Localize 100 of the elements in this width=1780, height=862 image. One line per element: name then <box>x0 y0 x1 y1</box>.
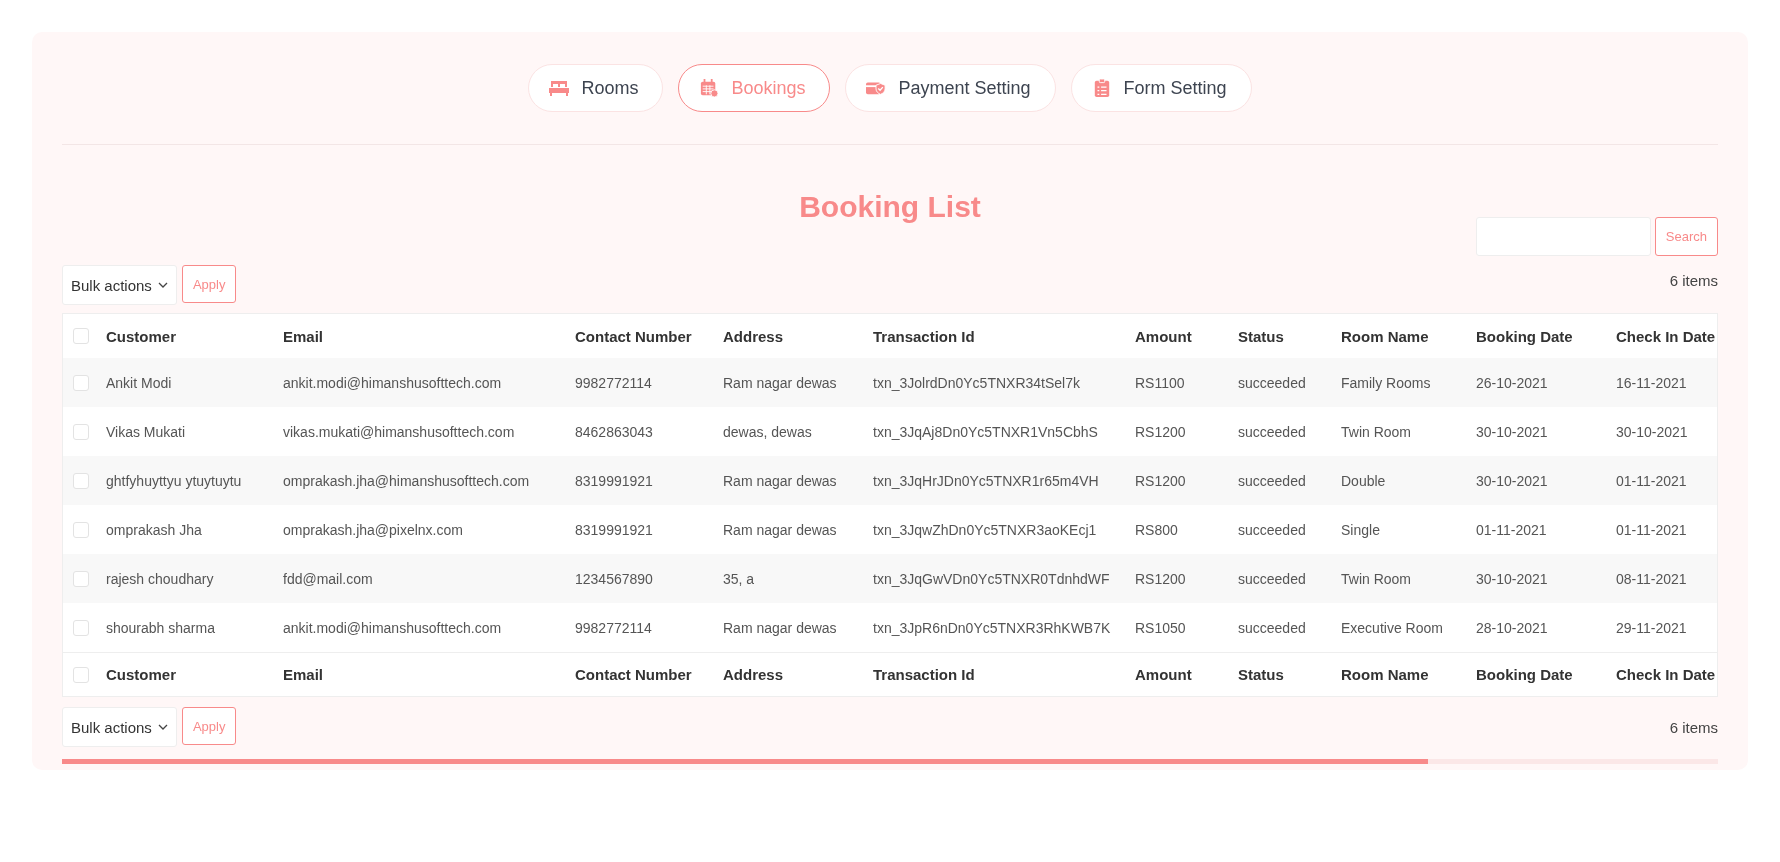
table-cell-text: omprakash Jha <box>106 521 203 538</box>
table-cell-text: 9982772114 <box>575 374 653 391</box>
table-cell-text: succeeded <box>1238 521 1307 538</box>
table-cell-text: 8462863043 <box>575 423 654 440</box>
table-cell-text: txn_3JqGwVDn0Yc5TNXR0TdnhdWF <box>873 570 1111 587</box>
column-header: Contact Number <box>575 666 693 683</box>
page-title: Booking List <box>798 189 982 225</box>
column-header: Email <box>283 666 325 683</box>
column-header: Amount <box>1135 666 1193 683</box>
table-cell-text: Vikas Mukati <box>106 423 187 440</box>
table-cell-text: Ram nagar dewas <box>723 472 838 489</box>
horizontal-scrollbar[interactable] <box>62 759 1718 764</box>
table-cell-text: 01-11-2021 <box>1616 472 1688 489</box>
table-cell-text: 08-11-2021 <box>1616 570 1688 587</box>
table-cell-text: fdd@mail.com <box>283 570 374 587</box>
column-header: Amount <box>1135 327 1193 345</box>
table-cell-text: ghtfyhuyttyu ytuytuytu <box>106 472 243 489</box>
table-cell-text: 01-11-2021 <box>1476 521 1548 538</box>
table-cell-text: 28-10-2021 <box>1476 619 1549 636</box>
table-cell-text: 16-11-2021 <box>1616 374 1688 391</box>
column-header: Room Name <box>1341 327 1430 345</box>
calendar-icon <box>699 79 720 97</box>
row-checkbox[interactable] <box>73 374 89 391</box>
table-cell-text: txn_3JqwZhDn0Yc5TNXR3aoKEcj1 <box>873 521 1098 538</box>
row-checkbox[interactable] <box>73 619 89 636</box>
item-count: 6 items <box>1669 718 1718 736</box>
table-cell-text: Executive Room <box>1341 619 1444 636</box>
table-cell-text: Single <box>1341 521 1381 538</box>
row-checkbox[interactable] <box>73 423 89 440</box>
table-cell-text: Ram nagar dewas <box>723 619 838 636</box>
scrollbar-thumb[interactable] <box>62 759 1429 764</box>
row-checkbox[interactable] <box>73 521 89 538</box>
table-cell-text: Twin Room <box>1341 423 1413 440</box>
table-cell-text: RS1200 <box>1135 570 1187 587</box>
table-cell-text: Double <box>1341 472 1387 489</box>
column-header: Transaction Id <box>873 327 976 345</box>
table-cell-text: Ram nagar dewas <box>723 374 838 391</box>
table-cell-text: omprakash.jha@himanshusofttech.com <box>283 472 531 489</box>
table-cell-text: ankit.modi@himanshusofttech.com <box>283 374 503 391</box>
column-header: Status <box>1238 666 1285 683</box>
table-cell-text: succeeded <box>1238 570 1307 587</box>
table-cell-text: succeeded <box>1238 423 1307 440</box>
table-cell-text: RS800 <box>1135 521 1179 538</box>
table-cell-text: rajesh choudhary <box>106 570 215 587</box>
table-cell-text: txn_3JqHrJDn0Yc5TNXR1r65m4VH <box>873 472 1100 489</box>
tab[interactable]: Rooms <box>528 64 664 112</box>
chevron-down-icon <box>157 282 168 288</box>
table-cell-text: succeeded <box>1238 619 1307 636</box>
select-all-checkbox[interactable] <box>73 666 89 683</box>
column-header: Booking Date <box>1476 666 1574 683</box>
tab[interactable]: Payment Setting <box>845 64 1056 112</box>
tab[interactable]: Form Setting <box>1070 64 1252 112</box>
table-cell-text: vikas.mukati@himanshusofttech.com <box>283 423 516 440</box>
table-cell-text: RS1200 <box>1135 472 1187 489</box>
bulk-actions-dropdown[interactable]: Bulk actions <box>62 707 177 747</box>
column-header: Check In Date <box>1616 327 1717 345</box>
column-header: Transaction Id <box>873 666 976 683</box>
table-cell-text: RS1100 <box>1135 374 1186 391</box>
table-cell-text: Family Rooms <box>1341 374 1432 391</box>
table-cell-text: txn_3JpR6nDn0Yc5TNXR3RhKWB7K <box>873 619 1112 636</box>
chevron-down-icon <box>157 724 168 730</box>
item-count: 6 items <box>1669 272 1718 291</box>
table-cell-text: shourabh sharma <box>106 619 216 636</box>
table-cell-text: RS1050 <box>1135 619 1187 636</box>
column-header: Contact Number <box>575 327 693 345</box>
bulk-actions-dropdown[interactable]: Bulk actions <box>62 265 177 305</box>
table-cell-text: 01-11-2021 <box>1616 521 1688 538</box>
table-cell-text: dewas, dewas <box>723 423 813 440</box>
column-header: Room Name <box>1341 666 1430 683</box>
column-header: Booking Date <box>1476 327 1574 345</box>
table-cell-text: 1234567890 <box>575 570 654 587</box>
table-cell-text: 35, a <box>723 570 756 587</box>
row-checkbox[interactable] <box>73 570 89 587</box>
table-cell-text: 30-10-2021 <box>1476 570 1549 587</box>
table-cell-text: Twin Room <box>1341 570 1413 587</box>
table-cell-text: succeeded <box>1238 472 1307 489</box>
table-cell-text: ankit.modi@himanshusofttech.com <box>283 619 503 636</box>
table-cell-text: txn_3JolrdDn0Yc5TNXR34tSel7k <box>873 374 1081 391</box>
table-cell-text: omprakash.jha@pixelnx.com <box>283 521 464 538</box>
table-cell-text: 29-11-2021 <box>1616 619 1688 636</box>
table-cell-text: 30-10-2021 <box>1616 423 1689 440</box>
column-header: Check In Date <box>1616 666 1717 683</box>
table-cell-text: 30-10-2021 <box>1476 423 1549 440</box>
column-header: Status <box>1238 327 1285 345</box>
table-cell-text: RS1200 <box>1135 423 1187 440</box>
bed-icon <box>549 79 570 97</box>
table-cell-text: txn_3JqAj8Dn0Yc5TNXR1Vn5CbhS <box>873 423 1099 440</box>
table-cell-text: succeeded <box>1238 374 1307 391</box>
column-header: Customer <box>106 666 177 683</box>
table-cell-text: 8319991921 <box>575 472 654 489</box>
column-header: Customer <box>106 327 177 345</box>
table-cell-text: 8319991921 <box>575 521 654 538</box>
table-cell-text: 30-10-2021 <box>1476 472 1549 489</box>
row-checkbox[interactable] <box>73 472 89 489</box>
table-cell-text: 26-10-2021 <box>1476 374 1549 391</box>
select-all-checkbox[interactable] <box>73 328 89 344</box>
column-header: Address <box>723 666 785 683</box>
table-cell-text: 9982772114 <box>575 619 653 636</box>
table-cell-text: Ram nagar dewas <box>723 521 838 538</box>
column-header: Email <box>283 327 325 345</box>
